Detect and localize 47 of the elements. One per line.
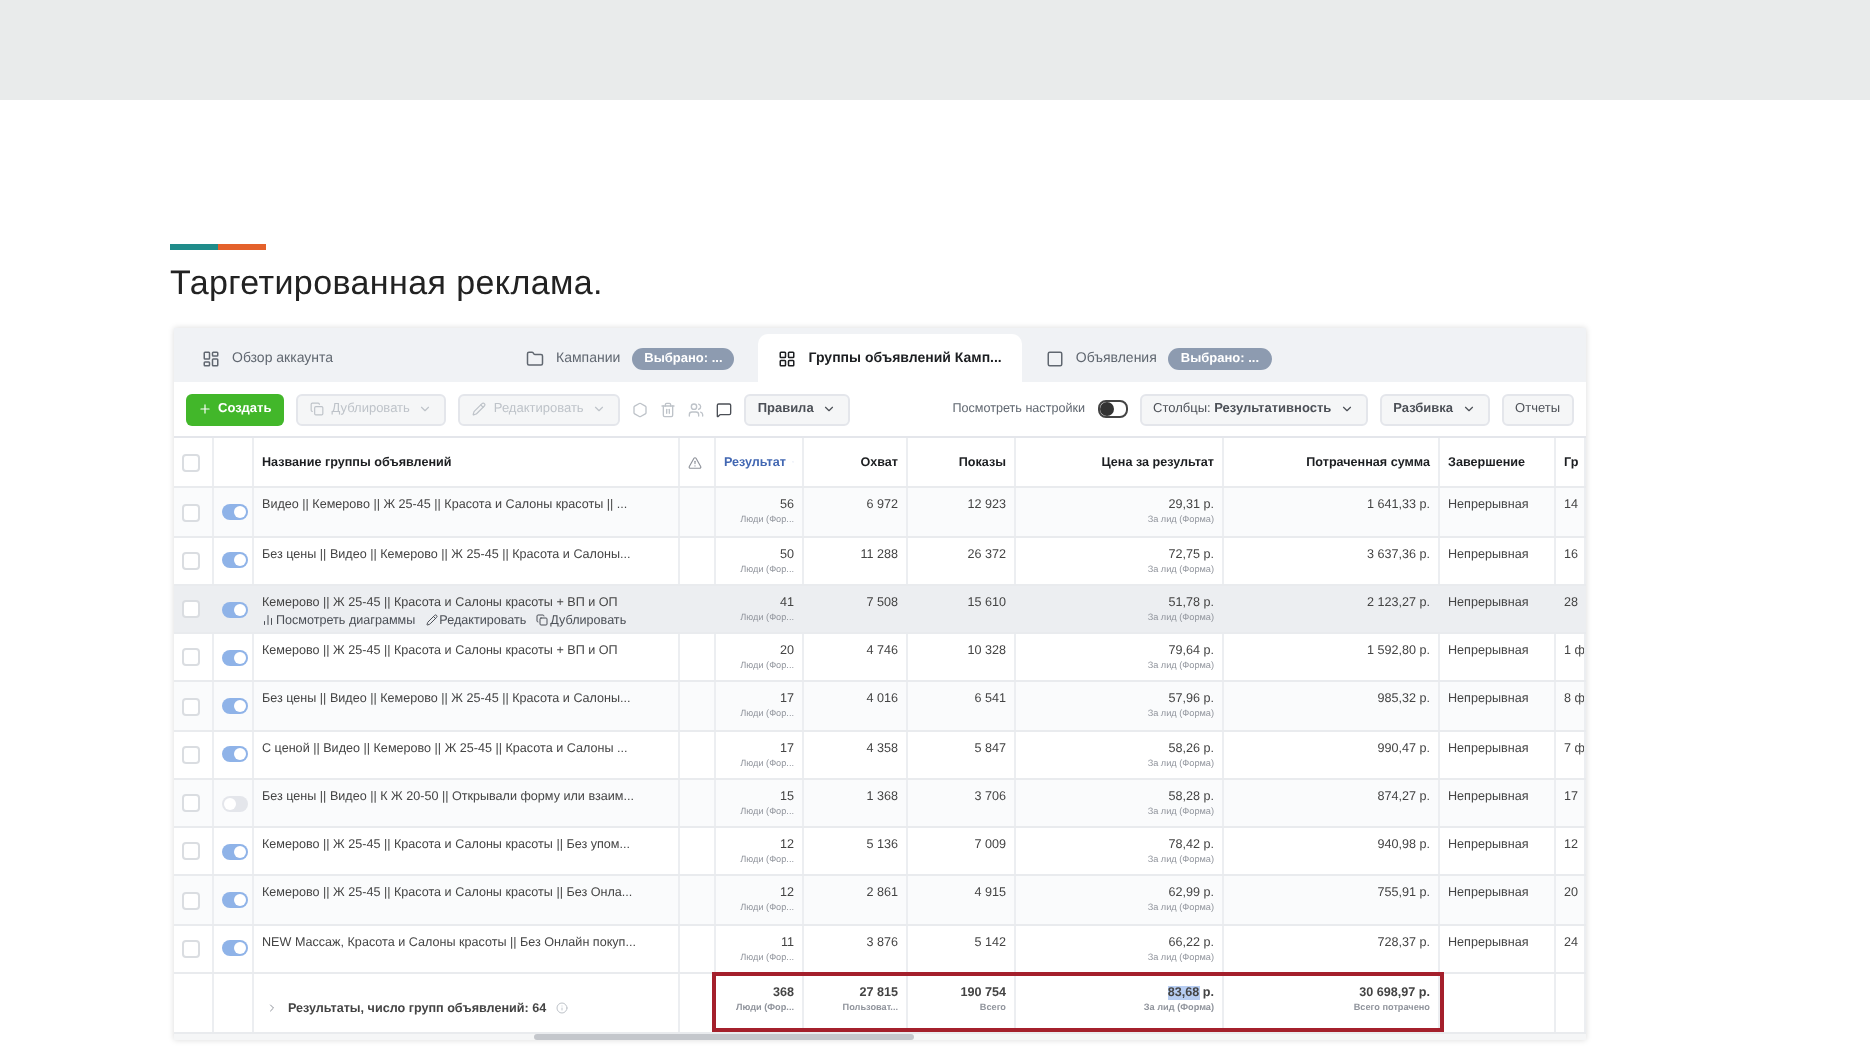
toggle-switch[interactable] — [222, 649, 248, 666]
checkbox[interactable] — [182, 503, 200, 522]
bar-chart-icon — [262, 614, 274, 627]
toggle-switch[interactable] — [222, 601, 248, 618]
accent-line — [170, 244, 266, 250]
scrollbar-thumb[interactable] — [534, 1034, 914, 1040]
settings-switch[interactable] — [1097, 400, 1128, 419]
checkbox[interactable] — [182, 794, 200, 813]
checkbox[interactable] — [182, 697, 200, 716]
checkbox[interactable] — [182, 745, 200, 764]
caret-icon — [1339, 402, 1354, 417]
info-icon — [556, 1002, 569, 1014]
caret-icon — [417, 402, 432, 417]
toggle-switch[interactable] — [222, 552, 248, 569]
checkbox[interactable] — [182, 648, 200, 667]
expand-icon[interactable] — [266, 1002, 278, 1014]
toggle-switch[interactable] — [222, 940, 248, 957]
people-icon[interactable] — [687, 401, 704, 418]
warning-icon — [688, 455, 702, 470]
caret-icon — [821, 402, 836, 417]
checkbox[interactable] — [182, 842, 200, 861]
copy-icon — [309, 402, 324, 417]
toggle-switch[interactable] — [222, 698, 248, 715]
checkbox[interactable] — [182, 551, 200, 570]
trash-icon[interactable] — [659, 401, 676, 418]
pencil-icon — [471, 402, 486, 417]
tab-icon — [778, 349, 797, 368]
tab-icon — [526, 349, 544, 368]
checkbox[interactable] — [182, 939, 200, 958]
copy-icon — [536, 614, 549, 627]
hexagon-icon[interactable] — [631, 401, 648, 418]
plus-icon — [198, 402, 212, 417]
comment-icon[interactable] — [715, 401, 732, 418]
pencil-icon — [425, 614, 438, 627]
tab-icon — [1045, 349, 1064, 368]
toggle-switch[interactable] — [222, 746, 248, 763]
slide-title: Таргетированная реклама. — [170, 264, 605, 304]
checkbox[interactable] — [182, 453, 200, 472]
toggle-switch[interactable] — [222, 843, 248, 860]
toggle-switch[interactable] — [222, 892, 248, 909]
tab-icon — [202, 349, 220, 368]
checkbox[interactable] — [182, 600, 200, 619]
caret-icon — [591, 402, 606, 417]
checkbox[interactable] — [182, 891, 200, 910]
toggle-switch[interactable] — [222, 795, 248, 812]
caret-icon — [1461, 402, 1476, 417]
toggle-switch[interactable] — [222, 504, 248, 521]
